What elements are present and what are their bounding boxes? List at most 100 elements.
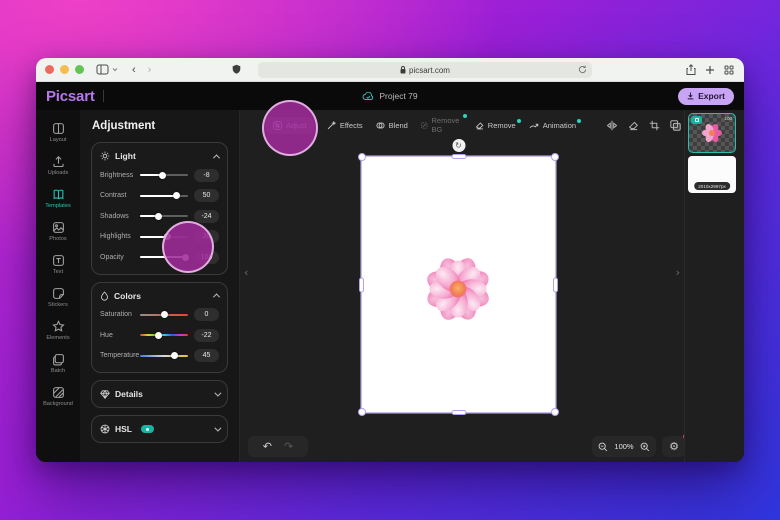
animation-tool-button[interactable]: Animation [529, 121, 576, 130]
highlight-circle-opacity [162, 221, 214, 273]
sidebar-item-uploads[interactable]: Uploads [36, 149, 80, 182]
layer-type-badge-icon [691, 116, 702, 124]
sidebar-item-templates[interactable]: Templates [36, 182, 80, 215]
expand-icon [214, 424, 221, 431]
saturation-slider[interactable] [140, 314, 188, 316]
browser-chrome: ‹ › picsart.com [36, 58, 744, 82]
duplicate-icon[interactable] [670, 120, 681, 131]
effects-tool-button[interactable]: Effects [327, 121, 363, 130]
sidebar-toggle-icon[interactable] [96, 64, 109, 75]
sidebar-item-stickers[interactable]: Stickers [36, 281, 80, 314]
zoom-level[interactable]: 100% [614, 442, 633, 451]
selection-handle-top[interactable] [451, 154, 466, 159]
brightness-slider[interactable] [140, 174, 188, 176]
elements-star-icon [52, 320, 65, 333]
reload-icon[interactable] [578, 65, 587, 74]
temperature-slider[interactable] [140, 355, 188, 357]
share-icon[interactable] [686, 64, 696, 76]
canvas-page[interactable]: ↻ [362, 157, 555, 412]
slider-handle[interactable] [161, 311, 168, 318]
slider-label: Temperature [100, 352, 140, 359]
slider-label: Brightness [100, 172, 140, 179]
crop-icon[interactable] [649, 120, 660, 131]
zoom-in-button[interactable] [640, 442, 650, 452]
slider-value[interactable]: 50 [194, 189, 219, 202]
tool-label: Remove [488, 121, 516, 130]
sidebar-item-background[interactable]: Background [36, 380, 80, 413]
layer-thumbnail-selected[interactable]: 100 [688, 113, 736, 153]
light-section-header[interactable]: Light [100, 147, 219, 165]
slider-value[interactable]: 45 [194, 349, 219, 362]
gem-icon [100, 390, 110, 399]
minimize-window-button[interactable] [60, 65, 69, 74]
slider-value[interactable]: -8 [194, 169, 219, 182]
expand-icon [214, 389, 221, 396]
rail-label: Uploads [48, 170, 69, 176]
stickers-icon [52, 287, 65, 300]
privacy-shield-icon[interactable] [232, 64, 241, 75]
selection-handle-right[interactable] [553, 277, 558, 292]
expand-right-panel-chevron[interactable]: › [676, 266, 680, 279]
url-text: picsart.com [409, 66, 450, 75]
layout-icon [52, 122, 65, 135]
sidebar-item-photos[interactable]: Photos [36, 215, 80, 248]
export-button[interactable]: Export [678, 88, 734, 105]
picsart-logo[interactable]: Picsart [46, 88, 95, 105]
hsl-section[interactable]: HSL [91, 415, 228, 443]
collapse-left-panel-chevron[interactable]: ‹ [244, 266, 248, 279]
rotate-handle[interactable]: ↻ [452, 139, 465, 152]
maximize-window-button[interactable] [75, 65, 84, 74]
selection-handle-bottom[interactable] [451, 410, 466, 415]
canvas-settings-button[interactable]: ⚙ [662, 436, 686, 457]
zoom-out-button[interactable] [598, 442, 608, 452]
slider-handle[interactable] [171, 352, 178, 359]
tool-label: Effects [340, 121, 363, 130]
flip-icon[interactable] [606, 120, 618, 131]
selection-handle-bottom-left[interactable] [358, 408, 366, 416]
slider-label: Hue [100, 332, 140, 339]
sidebar-item-batch[interactable]: Batch [36, 347, 80, 380]
shadows-slider[interactable] [140, 215, 188, 217]
selection-handle-top-left[interactable] [358, 153, 366, 161]
slider-value[interactable]: -22 [194, 329, 219, 342]
forward-button[interactable]: › [148, 64, 152, 76]
app-header: Picsart Project 79 Export [36, 82, 744, 110]
redo-button[interactable]: ↷ [284, 441, 293, 452]
slider-handle[interactable] [159, 172, 166, 179]
slider-handle[interactable] [155, 213, 162, 220]
remove-bg-tool-button[interactable]: Remove BG [421, 116, 462, 134]
contrast-slider[interactable] [140, 195, 188, 197]
hue-slider[interactable] [140, 334, 188, 336]
sidebar-item-layout[interactable]: Layout [36, 116, 80, 149]
tab-overview-icon[interactable] [724, 65, 734, 75]
slider-handle[interactable] [173, 192, 180, 199]
sidebar-item-text[interactable]: Text [36, 248, 80, 281]
selection-handle-top-right[interactable] [551, 153, 559, 161]
selection-handle-left[interactable] [359, 277, 364, 292]
colors-section-header[interactable]: Colors [100, 287, 219, 305]
project-name[interactable]: Project 79 [362, 82, 417, 110]
new-tab-icon[interactable] [705, 65, 715, 75]
sidebar-item-elements[interactable]: Elements [36, 314, 80, 347]
eraser-tool-icon[interactable] [628, 120, 639, 131]
traffic-lights [45, 65, 84, 74]
slider-value[interactable]: -24 [194, 210, 219, 223]
address-bar[interactable]: picsart.com [258, 62, 592, 78]
details-section[interactable]: Details [91, 380, 228, 408]
slider-handle[interactable] [155, 332, 162, 339]
blend-tool-button[interactable]: Blend [376, 121, 408, 130]
collapse-icon [213, 154, 220, 161]
remove-tool-button[interactable]: Remove [475, 121, 516, 130]
chevron-down-icon[interactable] [112, 67, 118, 72]
selection-handle-bottom-right[interactable] [551, 408, 559, 416]
undo-button[interactable]: ↶ [263, 441, 272, 452]
rail-label: Stickers [48, 302, 68, 308]
lock-icon [400, 66, 406, 74]
close-window-button[interactable] [45, 65, 54, 74]
page-thumbnail[interactable]: 2010x2997px [688, 156, 736, 193]
back-button[interactable]: ‹ [132, 64, 136, 76]
picsart-editor: Picsart Project 79 Export Layout [36, 82, 744, 462]
rail-label: Background [43, 401, 73, 407]
flower-image[interactable] [423, 257, 493, 321]
slider-value[interactable]: 0 [194, 308, 219, 321]
